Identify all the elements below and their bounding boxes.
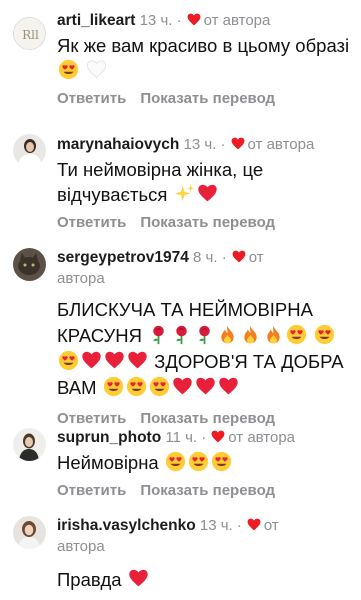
comment-actions: Ответить Показать перевод: [57, 481, 353, 501]
heart-icon: [187, 13, 201, 26]
comment-meta: suprun_photo 11 ч. · от автора: [57, 427, 353, 448]
heart-eyes-emoji: [188, 451, 209, 472]
heart-eyes-emoji: [314, 324, 335, 345]
timestamp: 13 ч.: [139, 12, 173, 29]
comment-text: БЛИСКУЧА ТА НЕЙМОВІРНА КРАСУНЯ ЗДОРОВ'Я …: [57, 299, 344, 398]
comment-text: Як же вам красиво в цьому образі: [57, 33, 353, 83]
cat-photo-icon: [13, 248, 46, 281]
heart-eyes-emoji: [103, 376, 124, 397]
translate-button[interactable]: Показать перевод: [140, 410, 275, 427]
red-heart-emoji: [195, 376, 216, 397]
svg-text:Rll: Rll: [22, 28, 39, 42]
rose-emoji: [194, 324, 215, 345]
comment-meta: sergeypetrov1974 8 ч. · от автора: [57, 247, 353, 289]
heart-eyes-emoji: [165, 451, 186, 472]
fire-emoji: [240, 324, 261, 345]
red-heart-emoji: [218, 376, 239, 397]
sparkles-emoji: [174, 183, 195, 204]
avatar[interactable]: [13, 248, 46, 281]
rose-emoji: [171, 324, 192, 345]
red-heart-emoji: [104, 350, 125, 371]
avatar[interactable]: [13, 428, 46, 461]
comment-actions: Ответить Показать перевод: [57, 89, 353, 109]
white-heart-emoji: [86, 59, 107, 80]
fire-emoji: [217, 324, 238, 345]
username[interactable]: suprun_photo: [57, 429, 161, 446]
profile-photo-icon: [13, 516, 46, 549]
translate-button[interactable]: Показать перевод: [140, 482, 275, 499]
red-heart-emoji: [197, 183, 218, 204]
heart-icon: [211, 430, 225, 443]
author-liked-label: · от автора: [176, 12, 271, 29]
heart-eyes-emoji: [126, 376, 147, 397]
heart-icon: [231, 137, 244, 150]
timestamp: 8 ч.: [193, 249, 218, 266]
timestamp: 13 ч.: [199, 517, 233, 534]
reply-button[interactable]: Ответить: [57, 410, 126, 427]
reply-button[interactable]: Ответить: [57, 90, 126, 107]
red-heart-emoji: [128, 568, 149, 589]
avatar[interactable]: [13, 516, 46, 549]
red-heart-emoji: [172, 376, 193, 397]
reply-button[interactable]: Ответить: [57, 482, 126, 499]
fire-emoji: [263, 324, 284, 345]
heart-eyes-emoji: [211, 451, 232, 472]
timestamp: 13 ч.: [183, 136, 217, 153]
username[interactable]: sergeypetrov1974: [57, 249, 189, 266]
comment-actions: Ответить Показать перевод: [57, 409, 353, 429]
red-heart-emoji: [81, 350, 102, 371]
comment-actions: Ответить Показать перевод: [57, 213, 353, 233]
comment-text: Неймовірна: [57, 450, 353, 475]
username[interactable]: arti_likeart: [57, 12, 135, 29]
comment-text: Правда: [57, 567, 353, 592]
comment-meta: arti_likeart 13 ч. · от автора: [57, 10, 353, 31]
comment-meta: irisha.vasylchenko 13 ч. · от автора: [57, 515, 353, 557]
reply-button[interactable]: Ответить: [57, 214, 126, 231]
heart-icon: [232, 250, 246, 263]
translate-button[interactable]: Показать перевод: [140, 90, 275, 107]
avatar[interactable]: Rll: [13, 17, 46, 50]
heart-eyes-emoji: [58, 350, 79, 371]
translate-button[interactable]: Показать перевод: [140, 214, 275, 231]
author-liked-label: · от автора: [220, 136, 315, 153]
username[interactable]: irisha.vasylchenko: [57, 517, 196, 534]
avatar[interactable]: [13, 134, 46, 167]
author-liked-label: · от автора: [201, 429, 296, 446]
rose-emoji: [148, 324, 169, 345]
username[interactable]: marynahaiovych: [57, 136, 179, 153]
timestamp: 11 ч.: [165, 429, 198, 446]
heart-eyes-emoji: [286, 324, 307, 345]
heart-eyes-emoji: [149, 376, 170, 397]
comment-meta: marynahaiovych 13 ч. · от автора: [57, 134, 353, 155]
profile-photo-icon: [13, 134, 46, 167]
red-heart-emoji: [127, 350, 148, 371]
heart-icon: [247, 518, 261, 531]
heart-eyes-emoji: [58, 59, 79, 80]
arti-logo-icon: Rll: [14, 18, 45, 49]
comment-text: Ти неймовірна жінка, це відчувається: [57, 159, 264, 205]
profile-photo-icon: [13, 428, 46, 461]
